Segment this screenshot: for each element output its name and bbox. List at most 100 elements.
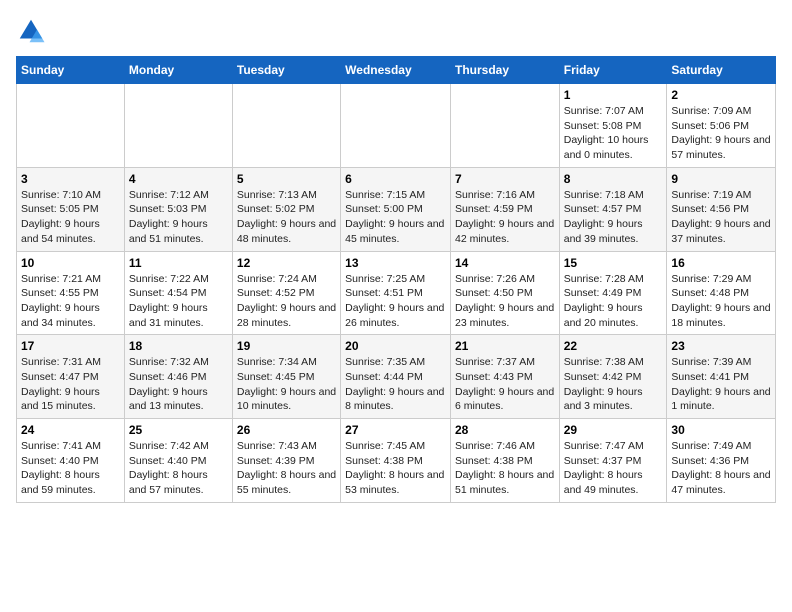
- day-number: 8: [564, 172, 663, 186]
- day-number: 28: [455, 423, 555, 437]
- day-info: Sunrise: 7:15 AM Sunset: 5:00 PM Dayligh…: [345, 188, 446, 247]
- day-number: 9: [671, 172, 771, 186]
- day-info: Sunrise: 7:22 AM Sunset: 4:54 PM Dayligh…: [129, 272, 228, 331]
- calendar-cell: 25 Sunrise: 7:42 AM Sunset: 4:40 PM Dayli…: [124, 419, 232, 503]
- calendar-cell: [232, 84, 340, 168]
- day-number: 24: [21, 423, 120, 437]
- day-number: 16: [671, 256, 771, 270]
- calendar-cell: 26 Sunrise: 7:43 AM Sunset: 4:39 PM Dayli…: [232, 419, 340, 503]
- day-info: Sunrise: 7:26 AM Sunset: 4:50 PM Dayligh…: [455, 272, 555, 331]
- logo: [16, 16, 50, 46]
- weekday-header-sunday: Sunday: [17, 57, 125, 84]
- calendar-cell: 11 Sunrise: 7:22 AM Sunset: 4:54 PM Dayli…: [124, 251, 232, 335]
- day-info: Sunrise: 7:35 AM Sunset: 4:44 PM Dayligh…: [345, 355, 446, 414]
- day-info: Sunrise: 7:32 AM Sunset: 4:46 PM Dayligh…: [129, 355, 228, 414]
- calendar-cell: 2 Sunrise: 7:09 AM Sunset: 5:06 PM Daylig…: [667, 84, 776, 168]
- day-info: Sunrise: 7:49 AM Sunset: 4:36 PM Dayligh…: [671, 439, 771, 498]
- day-info: Sunrise: 7:29 AM Sunset: 4:48 PM Dayligh…: [671, 272, 771, 331]
- day-number: 4: [129, 172, 228, 186]
- day-number: 5: [237, 172, 336, 186]
- day-info: Sunrise: 7:09 AM Sunset: 5:06 PM Dayligh…: [671, 104, 771, 163]
- calendar-cell: [450, 84, 559, 168]
- day-info: Sunrise: 7:07 AM Sunset: 5:08 PM Dayligh…: [564, 104, 663, 163]
- day-info: Sunrise: 7:34 AM Sunset: 4:45 PM Dayligh…: [237, 355, 336, 414]
- calendar-week-4: 17 Sunrise: 7:31 AM Sunset: 4:47 PM Dayli…: [17, 335, 776, 419]
- calendar-cell: 1 Sunrise: 7:07 AM Sunset: 5:08 PM Daylig…: [559, 84, 667, 168]
- day-number: 19: [237, 339, 336, 353]
- day-number: 10: [21, 256, 120, 270]
- day-number: 14: [455, 256, 555, 270]
- day-number: 20: [345, 339, 446, 353]
- calendar-cell: 8 Sunrise: 7:18 AM Sunset: 4:57 PM Daylig…: [559, 167, 667, 251]
- day-info: Sunrise: 7:45 AM Sunset: 4:38 PM Dayligh…: [345, 439, 446, 498]
- day-number: 25: [129, 423, 228, 437]
- header: [16, 16, 776, 46]
- day-number: 15: [564, 256, 663, 270]
- day-number: 2: [671, 88, 771, 102]
- day-info: Sunrise: 7:10 AM Sunset: 5:05 PM Dayligh…: [21, 188, 120, 247]
- day-info: Sunrise: 7:19 AM Sunset: 4:56 PM Dayligh…: [671, 188, 771, 247]
- weekday-header-friday: Friday: [559, 57, 667, 84]
- calendar-cell: 9 Sunrise: 7:19 AM Sunset: 4:56 PM Daylig…: [667, 167, 776, 251]
- calendar-cell: 27 Sunrise: 7:45 AM Sunset: 4:38 PM Dayli…: [341, 419, 451, 503]
- calendar-cell: 19 Sunrise: 7:34 AM Sunset: 4:45 PM Dayli…: [232, 335, 340, 419]
- day-number: 13: [345, 256, 446, 270]
- calendar-week-5: 24 Sunrise: 7:41 AM Sunset: 4:40 PM Dayli…: [17, 419, 776, 503]
- calendar-table: SundayMondayTuesdayWednesdayThursdayFrid…: [16, 56, 776, 503]
- day-info: Sunrise: 7:47 AM Sunset: 4:37 PM Dayligh…: [564, 439, 663, 498]
- day-number: 21: [455, 339, 555, 353]
- day-info: Sunrise: 7:18 AM Sunset: 4:57 PM Dayligh…: [564, 188, 663, 247]
- calendar-cell: 28Sunrise: 7:46 AM Sunset: 4:38 PM Dayli…: [450, 419, 559, 503]
- weekday-header-tuesday: Tuesday: [232, 57, 340, 84]
- weekday-header-saturday: Saturday: [667, 57, 776, 84]
- calendar-cell: 23Sunrise: 7:39 AM Sunset: 4:41 PM Dayli…: [667, 335, 776, 419]
- day-info: Sunrise: 7:31 AM Sunset: 4:47 PM Dayligh…: [21, 355, 120, 414]
- calendar-cell: [124, 84, 232, 168]
- day-number: 30: [671, 423, 771, 437]
- calendar-cell: 16 Sunrise: 7:29 AM Sunset: 4:48 PM Dayli…: [667, 251, 776, 335]
- calendar-cell: 13Sunrise: 7:25 AM Sunset: 4:51 PM Dayli…: [341, 251, 451, 335]
- calendar-cell: 3 Sunrise: 7:10 AM Sunset: 5:05 PM Daylig…: [17, 167, 125, 251]
- calendar-cell: 4 Sunrise: 7:12 AM Sunset: 5:03 PM Daylig…: [124, 167, 232, 251]
- logo-icon: [16, 16, 46, 46]
- calendar-body: 1 Sunrise: 7:07 AM Sunset: 5:08 PM Daylig…: [17, 84, 776, 503]
- day-info: Sunrise: 7:42 AM Sunset: 4:40 PM Dayligh…: [129, 439, 228, 498]
- calendar-cell: 15 Sunrise: 7:28 AM Sunset: 4:49 PM Dayli…: [559, 251, 667, 335]
- calendar-week-1: 1 Sunrise: 7:07 AM Sunset: 5:08 PM Daylig…: [17, 84, 776, 168]
- day-number: 27: [345, 423, 446, 437]
- calendar-cell: 29Sunrise: 7:47 AM Sunset: 4:37 PM Dayli…: [559, 419, 667, 503]
- day-info: Sunrise: 7:41 AM Sunset: 4:40 PM Dayligh…: [21, 439, 120, 498]
- day-number: 26: [237, 423, 336, 437]
- day-number: 23: [671, 339, 771, 353]
- calendar-cell: 24 Sunrise: 7:41 AM Sunset: 4:40 PM Dayli…: [17, 419, 125, 503]
- calendar-week-2: 3 Sunrise: 7:10 AM Sunset: 5:05 PM Daylig…: [17, 167, 776, 251]
- day-number: 11: [129, 256, 228, 270]
- day-info: Sunrise: 7:38 AM Sunset: 4:42 PM Dayligh…: [564, 355, 663, 414]
- calendar-week-3: 10 Sunrise: 7:21 AM Sunset: 4:55 PM Dayli…: [17, 251, 776, 335]
- day-info: Sunrise: 7:21 AM Sunset: 4:55 PM Dayligh…: [21, 272, 120, 331]
- day-info: Sunrise: 7:28 AM Sunset: 4:49 PM Dayligh…: [564, 272, 663, 331]
- day-info: Sunrise: 7:43 AM Sunset: 4:39 PM Dayligh…: [237, 439, 336, 498]
- day-number: 7: [455, 172, 555, 186]
- day-info: Sunrise: 7:16 AM Sunset: 4:59 PM Dayligh…: [455, 188, 555, 247]
- day-number: 12: [237, 256, 336, 270]
- calendar-cell: 22 Sunrise: 7:38 AM Sunset: 4:42 PM Dayli…: [559, 335, 667, 419]
- calendar-cell: 14 Sunrise: 7:26 AM Sunset: 4:50 PM Dayli…: [450, 251, 559, 335]
- day-number: 1: [564, 88, 663, 102]
- calendar-cell: 17 Sunrise: 7:31 AM Sunset: 4:47 PM Dayli…: [17, 335, 125, 419]
- calendar-cell: [341, 84, 451, 168]
- day-info: Sunrise: 7:13 AM Sunset: 5:02 PM Dayligh…: [237, 188, 336, 247]
- day-info: Sunrise: 7:12 AM Sunset: 5:03 PM Dayligh…: [129, 188, 228, 247]
- calendar-cell: 20 Sunrise: 7:35 AM Sunset: 4:44 PM Dayli…: [341, 335, 451, 419]
- day-info: Sunrise: 7:24 AM Sunset: 4:52 PM Dayligh…: [237, 272, 336, 331]
- calendar-cell: 5 Sunrise: 7:13 AM Sunset: 5:02 PM Daylig…: [232, 167, 340, 251]
- weekday-header-wednesday: Wednesday: [341, 57, 451, 84]
- day-number: 3: [21, 172, 120, 186]
- calendar-cell: 7 Sunrise: 7:16 AM Sunset: 4:59 PM Daylig…: [450, 167, 559, 251]
- calendar-header: SundayMondayTuesdayWednesdayThursdayFrid…: [17, 57, 776, 84]
- day-number: 17: [21, 339, 120, 353]
- day-number: 22: [564, 339, 663, 353]
- weekday-header-row: SundayMondayTuesdayWednesdayThursdayFrid…: [17, 57, 776, 84]
- day-number: 6: [345, 172, 446, 186]
- weekday-header-thursday: Thursday: [450, 57, 559, 84]
